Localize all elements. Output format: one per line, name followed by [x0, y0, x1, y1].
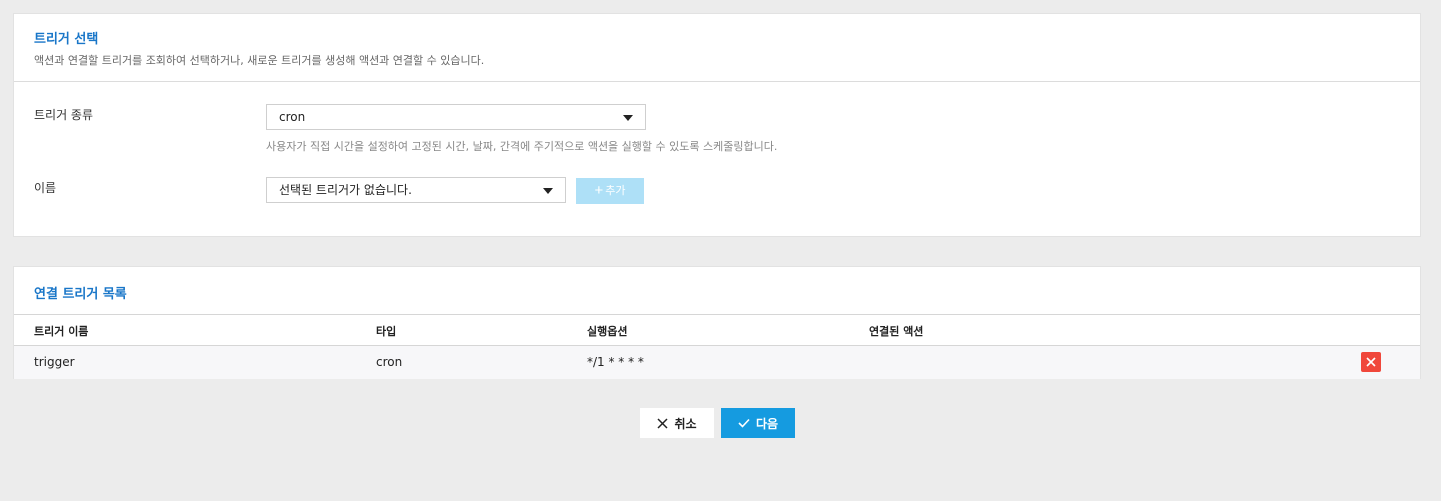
chevron-down-icon [623, 115, 633, 121]
trigger-panel-description: 액션과 연결할 트리거를 조회하여 선택하거나, 새로운 트리거를 생성해 액션… [34, 54, 485, 67]
check-icon [738, 418, 750, 428]
linked-trigger-list-panel: 연결 트리거 목록 트리거 이름 타입 실행옵션 연결된 액션 trigger … [13, 266, 1421, 379]
cancel-button[interactable]: 취소 [640, 408, 714, 438]
column-header-linked-action: 연결된 액션 [869, 325, 924, 338]
chevron-down-icon [543, 188, 553, 194]
panel-divider [14, 81, 1420, 82]
trigger-name-label: 이름 [34, 181, 57, 195]
table-row: trigger cron */1 * * * * [14, 346, 1420, 379]
column-header-option: 실행옵션 [587, 325, 628, 338]
plus-icon: + [594, 182, 604, 199]
trigger-type-value: cron [279, 110, 306, 124]
trigger-panel-title: 트리거 선택 [34, 32, 99, 47]
list-panel-title: 연결 트리거 목록 [34, 287, 127, 302]
delete-row-button[interactable] [1361, 352, 1381, 372]
trigger-name-select[interactable]: 선택된 트리거가 없습니다. [266, 177, 566, 203]
add-button-label: 추가 [605, 185, 626, 197]
row-trigger-type: cron [376, 355, 403, 369]
add-trigger-button[interactable]: + 추가 [576, 178, 644, 204]
trigger-type-help: 사용자가 직접 시간을 설정하여 고정된 시간, 날짜, 간격에 주기적으로 액… [266, 140, 778, 153]
row-trigger-name: trigger [34, 355, 75, 369]
column-header-name: 트리거 이름 [34, 325, 89, 338]
cancel-button-label: 취소 [674, 416, 697, 431]
table-header: 트리거 이름 타입 실행옵션 연결된 액션 [14, 314, 1420, 346]
row-trigger-option: */1 * * * * [587, 355, 644, 369]
column-header-type: 타입 [376, 325, 397, 338]
trigger-type-select[interactable]: cron [266, 104, 646, 130]
trigger-type-label: 트리거 종류 [34, 108, 94, 122]
next-button[interactable]: 다음 [721, 408, 795, 438]
trigger-select-panel: 트리거 선택 액션과 연결할 트리거를 조회하여 선택하거나, 새로운 트리거를… [13, 13, 1421, 237]
close-icon [657, 417, 668, 429]
next-button-label: 다음 [755, 416, 779, 431]
trigger-name-value: 선택된 트리거가 없습니다. [279, 183, 412, 197]
close-icon [1366, 357, 1376, 367]
